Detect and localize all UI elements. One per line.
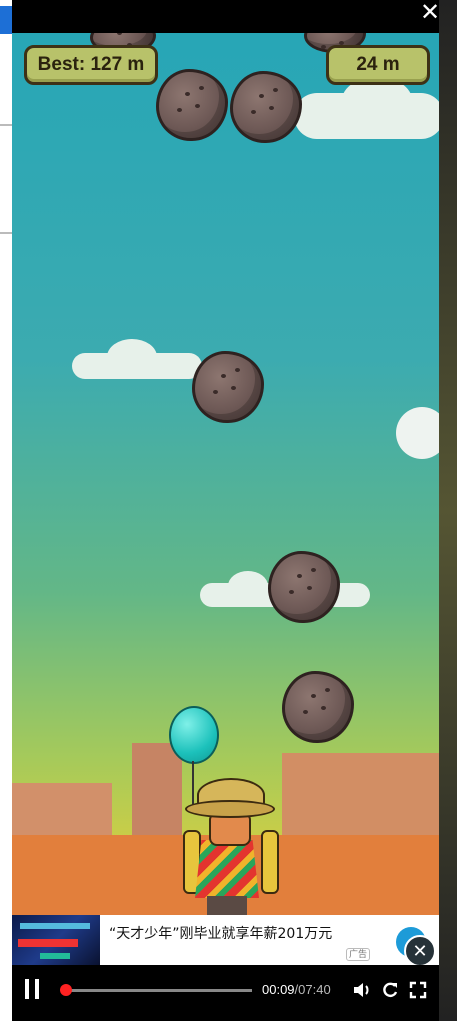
- current-time: 00:09: [262, 982, 295, 997]
- rock: [282, 671, 354, 743]
- sombrero-character: [177, 778, 279, 918]
- ad-headline[interactable]: “天才少年”刚毕业就享年薪201万元: [109, 925, 349, 943]
- rock: [230, 71, 302, 143]
- sombrero-brim: [185, 800, 275, 818]
- duration: 07:40: [298, 982, 331, 997]
- character-poncho: [195, 840, 259, 898]
- volume-icon[interactable]: [352, 980, 372, 1000]
- cloud: [107, 339, 157, 375]
- fullscreen-icon[interactable]: [408, 980, 428, 1000]
- best-score: Best: 127 m: [24, 45, 158, 85]
- close-icon[interactable]: ✕: [417, 1, 443, 25]
- rock: [156, 69, 228, 141]
- game-video[interactable]: Best: 127 m 24 m: [12, 33, 439, 965]
- rock: [192, 351, 264, 423]
- balloon: [169, 706, 219, 764]
- character-arm: [261, 830, 279, 894]
- replay-icon[interactable]: [380, 980, 400, 1000]
- video-controls: 00:09/07:40: [12, 965, 439, 1013]
- pause-icon[interactable]: [24, 979, 40, 999]
- ad-thumbnail[interactable]: [12, 915, 100, 965]
- progress-track[interactable]: [59, 984, 252, 996]
- cloud: [228, 571, 268, 601]
- ad-close-button[interactable]: ✕: [404, 935, 436, 967]
- background-page-edge-right: [439, 0, 457, 1021]
- rock: [268, 551, 340, 623]
- ad-tag: 广告: [346, 948, 371, 961]
- sun: [396, 407, 439, 459]
- distance-score: 24 m: [326, 45, 430, 85]
- time-display: 00:09/07:40: [262, 982, 331, 997]
- background-page-edge: [0, 0, 12, 1021]
- progress-knob[interactable]: [59, 984, 72, 996]
- ad-banner[interactable]: “天才少年”刚毕业就享年薪201万元 广告 ✕: [12, 915, 439, 967]
